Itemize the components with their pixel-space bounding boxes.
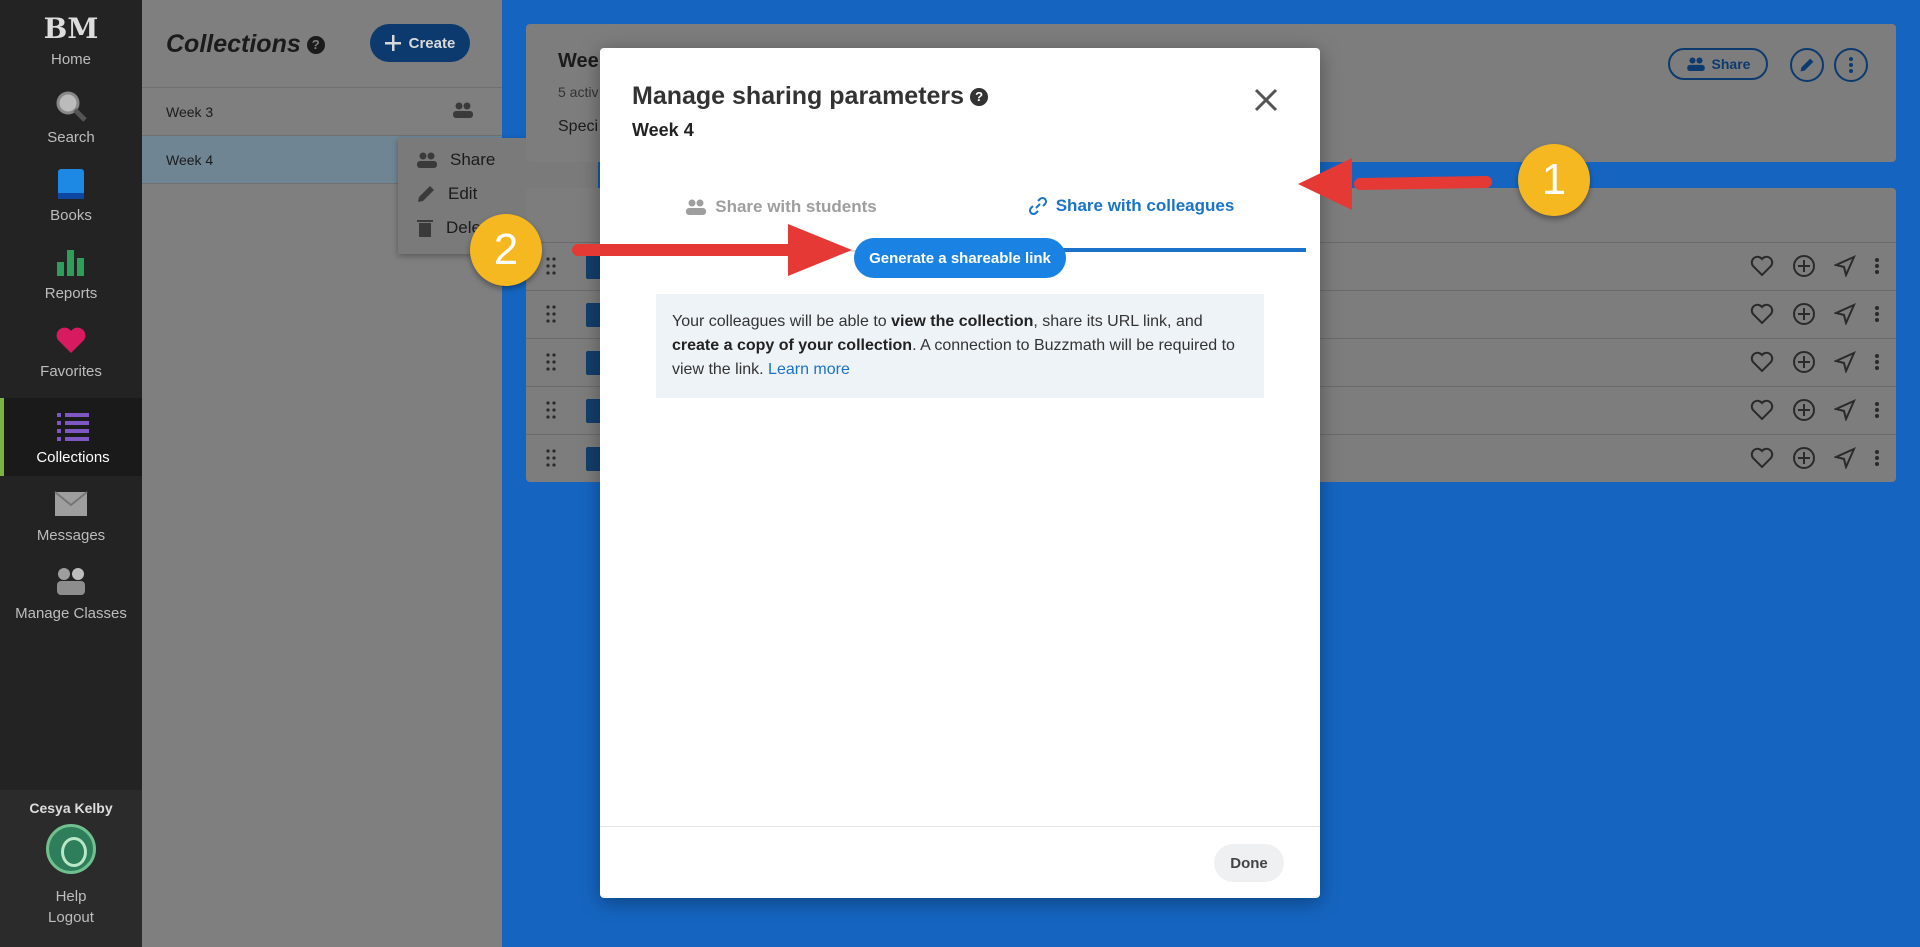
step-badge-2: 2 xyxy=(470,214,542,286)
arrow-2 xyxy=(572,224,852,276)
annotation-overlay xyxy=(572,158,1492,276)
arrow-1 xyxy=(1298,158,1492,210)
step-badge-1: 1 xyxy=(1518,144,1590,216)
